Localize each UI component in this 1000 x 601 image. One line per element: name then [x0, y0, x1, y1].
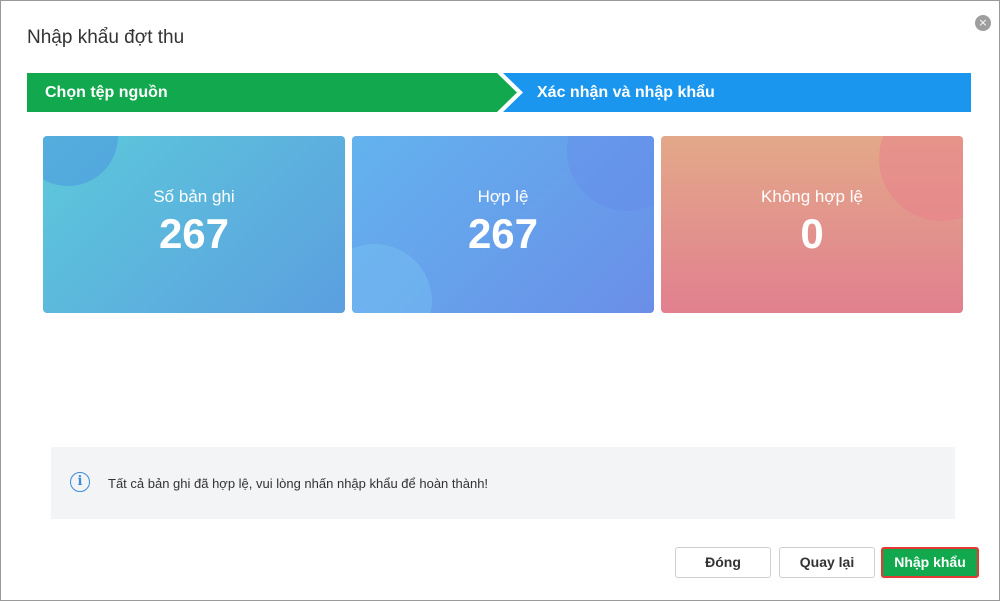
card-decoration — [43, 136, 118, 186]
invalid-records-value: 0 — [800, 210, 824, 257]
valid-records-label: Hợp lệ — [477, 187, 529, 206]
step-2-label: Xác nhận và nhập khẩu — [537, 84, 715, 101]
back-button[interactable]: Quay lại — [779, 547, 875, 578]
invalid-records-card: Không hợp lệ 0 — [661, 136, 963, 313]
valid-records-value: 267 — [467, 210, 539, 257]
valid-records-card: Hợp lệ 267 — [352, 136, 654, 313]
total-records-value: 267 — [158, 210, 230, 257]
total-records-label: Số bản ghi — [153, 187, 235, 206]
info-message-box: i Tất cả bản ghi đã hợp lệ, vui lòng nhấ… — [51, 447, 955, 519]
info-message: Tất cả bản ghi đã hợp lệ, vui lòng nhấn … — [108, 476, 489, 491]
step-arrows — [27, 73, 971, 112]
info-icon: i — [70, 472, 90, 492]
step-indicator: Chọn tệp nguồn Xác nhận và nhập khẩu — [27, 73, 971, 112]
step-1-label: Chọn tệp nguồn — [45, 84, 168, 101]
import-button[interactable]: Nhập khẩu — [881, 547, 979, 578]
invalid-records-label: Không hợp lệ — [761, 187, 863, 206]
card-decoration — [879, 136, 963, 221]
total-records-card: Số bản ghi 267 — [43, 136, 345, 313]
import-dialog: Nhập khẩu đợt thu × Chọn tệp nguồn Xác n… — [0, 0, 1000, 601]
dialog-title: Nhập khẩu đợt thu — [27, 27, 185, 48]
close-button[interactable]: Đóng — [675, 547, 771, 578]
close-icon[interactable]: × — [975, 15, 991, 31]
